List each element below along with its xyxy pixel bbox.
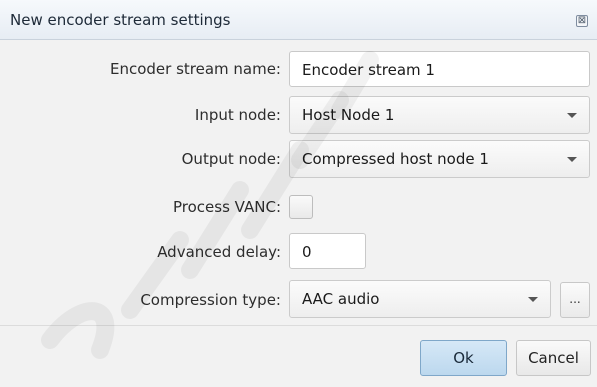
stream-name-input[interactable]: Encoder stream 1 (289, 51, 590, 87)
output-node-label: Output node: (181, 150, 281, 168)
process-vanc-checkbox[interactable] (289, 195, 313, 219)
advanced-delay-label: Advanced delay: (157, 243, 281, 261)
compression-type-label: Compression type: (140, 291, 281, 309)
chevron-down-icon (567, 157, 577, 162)
compression-type-dropdown[interactable]: AAC audio (289, 280, 551, 318)
process-vanc-label: Process VANC: (173, 198, 281, 216)
advanced-delay-input[interactable]: 0 (289, 233, 366, 269)
encoder-stream-dialog: New encoder stream settings ⊠ Encoder st… (0, 0, 597, 387)
ok-button[interactable]: Ok (420, 340, 507, 376)
input-node-label: Input node: (194, 106, 281, 124)
stream-name-label: Encoder stream name: (109, 60, 281, 78)
compression-settings-button[interactable]: ... (560, 282, 590, 318)
close-icon[interactable]: ⊠ (576, 15, 588, 27)
output-node-value: Compressed host node 1 (302, 150, 489, 168)
chevron-down-icon (528, 297, 538, 302)
cancel-button[interactable]: Cancel (516, 340, 591, 376)
input-node-value: Host Node 1 (302, 106, 395, 124)
input-node-dropdown[interactable]: Host Node 1 (289, 96, 590, 134)
output-node-dropdown[interactable]: Compressed host node 1 (289, 140, 590, 178)
footer-divider (0, 325, 597, 326)
title-bar: New encoder stream settings ⊠ (0, 0, 597, 40)
dialog-title: New encoder stream settings (10, 11, 231, 29)
compression-type-value: AAC audio (302, 290, 380, 308)
chevron-down-icon (567, 113, 577, 118)
